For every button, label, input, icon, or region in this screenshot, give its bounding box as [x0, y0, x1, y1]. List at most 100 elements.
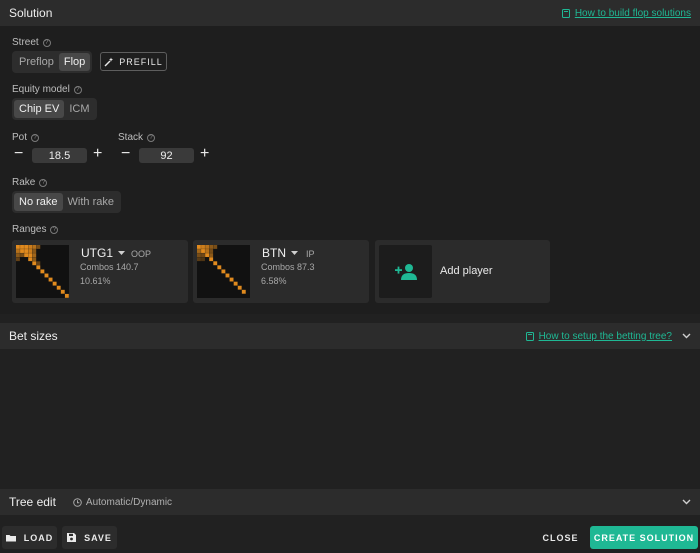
betting-tree-help-link[interactable]: How to setup the betting tree? [525, 330, 672, 342]
range-cell [205, 253, 210, 258]
add-player-card[interactable]: Add player [375, 240, 550, 303]
betting-tree-help-link-text: How to setup the betting tree? [538, 330, 672, 342]
range-cell [24, 245, 29, 249]
help-icon: ? [31, 133, 40, 142]
range-cell [32, 253, 37, 258]
range-cell [197, 249, 201, 253]
range-cell [48, 277, 53, 282]
range-cell [225, 273, 230, 278]
range-cell [16, 245, 20, 249]
stack-increment-button[interactable]: + [200, 145, 209, 163]
player-position: OOP [131, 249, 152, 259]
save-button-label: SAVE [84, 532, 112, 543]
load-button-label: LOAD [23, 532, 54, 543]
range-cell [28, 257, 33, 262]
range-cell [209, 253, 214, 258]
range-cell [32, 261, 37, 266]
range-cell [221, 269, 226, 274]
player-range-percent: 10.61% [80, 276, 111, 286]
load-button[interactable]: LOAD [2, 526, 57, 549]
build-flop-solutions-link[interactable]: How to build flop solutions [561, 7, 691, 19]
range-cell [237, 285, 242, 290]
range-cell [201, 245, 205, 249]
range-cell [197, 253, 201, 258]
chevron-down-icon[interactable] [682, 499, 691, 505]
player-card-utg1[interactable]: UTG1 OOP Combos 140.7 10.61% [12, 240, 188, 303]
ranges-label-text: Ranges [12, 224, 47, 235]
pot-decrement-button[interactable]: − [14, 145, 23, 163]
help-icon: ? [39, 178, 48, 187]
close-button-label: CLOSE [542, 532, 579, 543]
range-cell [205, 245, 210, 249]
range-cell [60, 289, 65, 294]
equity-option-chip-ev[interactable]: Chip EV [14, 100, 65, 118]
range-cell [16, 249, 20, 253]
range-cell [32, 257, 37, 262]
range-cell [36, 261, 41, 266]
magic-wand-icon [104, 57, 114, 66]
street-option-flop[interactable]: Flop [58, 53, 91, 71]
range-cell [209, 249, 214, 253]
range-cell [56, 285, 61, 290]
tree-edit-header[interactable]: Tree edit Automatic/Dynamic [0, 489, 700, 515]
book-icon [561, 8, 570, 18]
range-cell [205, 249, 210, 253]
stack-input[interactable]: 92 [139, 148, 194, 163]
range-cell [16, 257, 20, 262]
range-cell [64, 293, 69, 298]
equity-option-icm[interactable]: ICM [64, 100, 94, 118]
help-icon: ? [147, 133, 156, 142]
range-cell [20, 249, 24, 253]
range-cell [24, 249, 29, 253]
solution-panel: Street ? Preflop Flop PREFILL Equity mod… [0, 26, 700, 314]
street-segmented-control: Preflop Flop [12, 51, 93, 73]
range-cell [209, 245, 214, 249]
help-icon: ? [73, 85, 82, 94]
save-icon [67, 533, 77, 542]
range-cell [36, 265, 41, 270]
prefill-button[interactable]: PREFILL [100, 52, 167, 71]
range-grid-utg1[interactable] [16, 245, 69, 298]
clock-icon [73, 497, 82, 507]
player-name-select[interactable]: BTN [262, 246, 298, 260]
player-name-select[interactable]: UTG1 [81, 246, 126, 260]
rake-label-text: Rake [12, 177, 36, 188]
add-person-icon [379, 245, 432, 298]
tree-edit-mode: Automatic/Dynamic [85, 496, 173, 508]
solution-title: Solution [9, 6, 53, 20]
pot-input[interactable]: 18.5 [32, 148, 87, 163]
range-cell [229, 277, 234, 282]
close-button[interactable]: CLOSE [538, 526, 583, 549]
tree-edit-title: Tree edit [9, 495, 56, 509]
stack-decrement-button[interactable]: − [121, 145, 130, 163]
range-cell [28, 253, 33, 258]
range-cell [201, 253, 205, 258]
range-cell [20, 253, 24, 258]
player-name-text: UTG1 [81, 246, 114, 260]
range-cell [16, 253, 20, 258]
street-option-preflop[interactable]: Preflop [14, 53, 59, 71]
street-label: Street ? [12, 37, 51, 48]
pot-increment-button[interactable]: + [93, 145, 102, 163]
range-cell [44, 273, 49, 278]
stack-label: Stack ? [118, 132, 156, 143]
equity-model-label: Equity model ? [12, 84, 82, 95]
chevron-down-icon[interactable] [682, 333, 691, 339]
street-label-text: Street [12, 37, 39, 48]
equity-model-segmented-control: Chip EV ICM [12, 98, 97, 120]
player-card-btn[interactable]: BTN IP Combos 87.3 6.58% [193, 240, 369, 303]
bet-sizes-header[interactable]: Bet sizes How to setup the betting tree? [0, 323, 700, 349]
chevron-down-icon [291, 250, 298, 255]
range-cell [32, 249, 37, 253]
range-grid-btn[interactable] [197, 245, 250, 298]
rake-option-no-rake[interactable]: No rake [14, 193, 63, 211]
range-cell [201, 249, 205, 253]
range-cell [20, 245, 24, 249]
rake-option-with-rake[interactable]: With rake [63, 193, 119, 211]
create-solution-button[interactable]: CREATE SOLUTION [590, 526, 698, 549]
range-cell [209, 257, 214, 262]
save-button[interactable]: SAVE [62, 526, 117, 549]
pot-label: Pot ? [12, 132, 40, 143]
book-icon [525, 331, 534, 341]
build-flop-solutions-link-text: How to build flop solutions [574, 7, 691, 19]
